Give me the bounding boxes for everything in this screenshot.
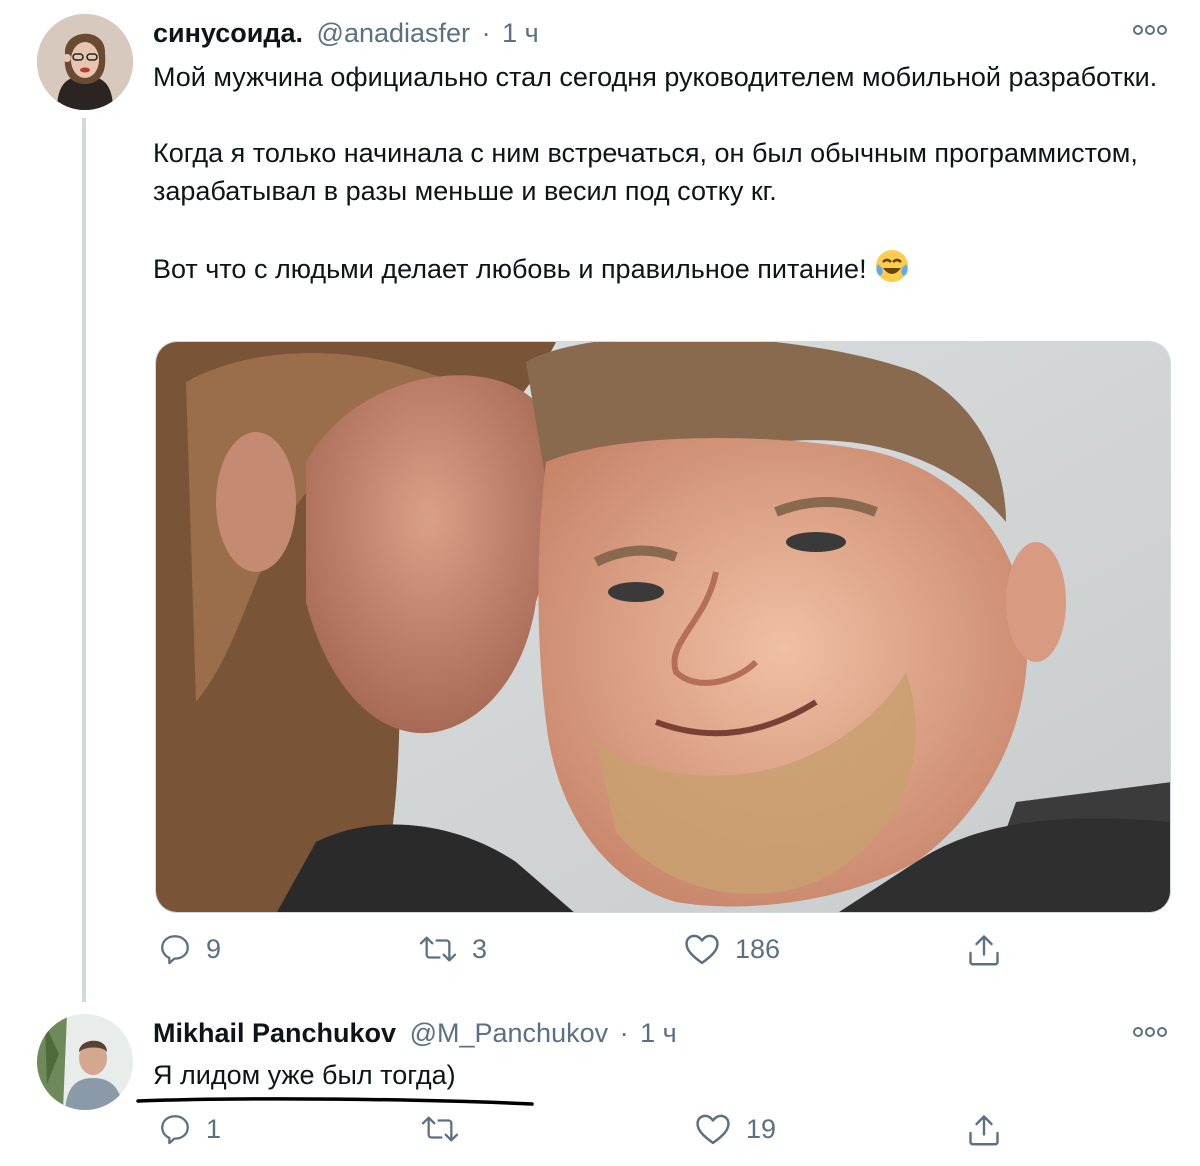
share-button[interactable] xyxy=(966,932,1002,968)
tweet-header: синусоида. @anadiasfer · 1 ч xyxy=(153,16,539,50)
tweet-text: Мой мужчина официально стал сегодня руко… xyxy=(153,58,1163,288)
reply-reply-button[interactable]: 1 xyxy=(158,1112,221,1146)
reply-share-button[interactable] xyxy=(966,1112,1002,1148)
couple-selfie-image xyxy=(156,342,1170,912)
like-count: 186 xyxy=(735,933,781,964)
tweet-paragraph-2: Когда я только начинала с ним встречатьс… xyxy=(153,138,1138,206)
reply-tweet: Mikhail Panchukov @M_Panchukov · 1 ч Я л… xyxy=(0,1000,1200,1166)
heart-outline-icon xyxy=(685,934,719,965)
share-upload-icon xyxy=(969,1115,999,1146)
author-avatar[interactable] xyxy=(37,14,133,110)
more-options-button[interactable] xyxy=(1130,20,1170,40)
tweet-paragraph-3: Вот что с людьми делает любовь и правиль… xyxy=(153,248,1163,288)
author-handle[interactable]: @anadiasfer xyxy=(317,18,471,48)
tweet-paragraph-3-text: Вот что с людьми делает любовь и правиль… xyxy=(153,254,867,284)
reply-button[interactable]: 9 xyxy=(158,932,221,966)
retweet-count: 3 xyxy=(472,933,488,964)
thread-connector-line xyxy=(82,118,86,1002)
laughing-emoji-icon xyxy=(874,248,910,284)
tweet-actions: 9 3 186 xyxy=(0,932,1200,972)
avatar-photo xyxy=(37,14,133,110)
like-button[interactable]: 186 xyxy=(683,932,780,966)
retweet-arrows-icon xyxy=(421,1116,459,1142)
header-separator: · xyxy=(481,18,491,48)
tweet-time[interactable]: 1 ч xyxy=(502,18,539,48)
retweet-button[interactable]: 3 xyxy=(418,932,487,966)
reply-like-button[interactable]: 19 xyxy=(694,1112,776,1146)
heart-outline-icon xyxy=(696,1114,730,1145)
reply-like-count: 19 xyxy=(746,1113,777,1144)
reply-count: 9 xyxy=(206,933,222,964)
tweet-paragraph-1: Мой мужчина официально стал сегодня руко… xyxy=(153,62,1158,92)
reply-retweet-button[interactable] xyxy=(420,1112,474,1146)
main-tweet: синусоида. @anadiasfer · 1 ч Мой мужчина… xyxy=(0,0,1200,1002)
reply-bubble-icon xyxy=(161,1115,189,1145)
reply-reply-count: 1 xyxy=(206,1113,222,1144)
author-name[interactable]: синусоида. xyxy=(153,18,303,48)
retweet-arrows-icon xyxy=(419,936,457,962)
tweet-photo[interactable] xyxy=(155,341,1171,913)
reply-actions: 1 19 xyxy=(0,1112,1200,1152)
more-horizontal-icon xyxy=(1133,25,1167,35)
share-upload-icon xyxy=(969,935,999,966)
reply-bubble-icon xyxy=(161,935,189,965)
